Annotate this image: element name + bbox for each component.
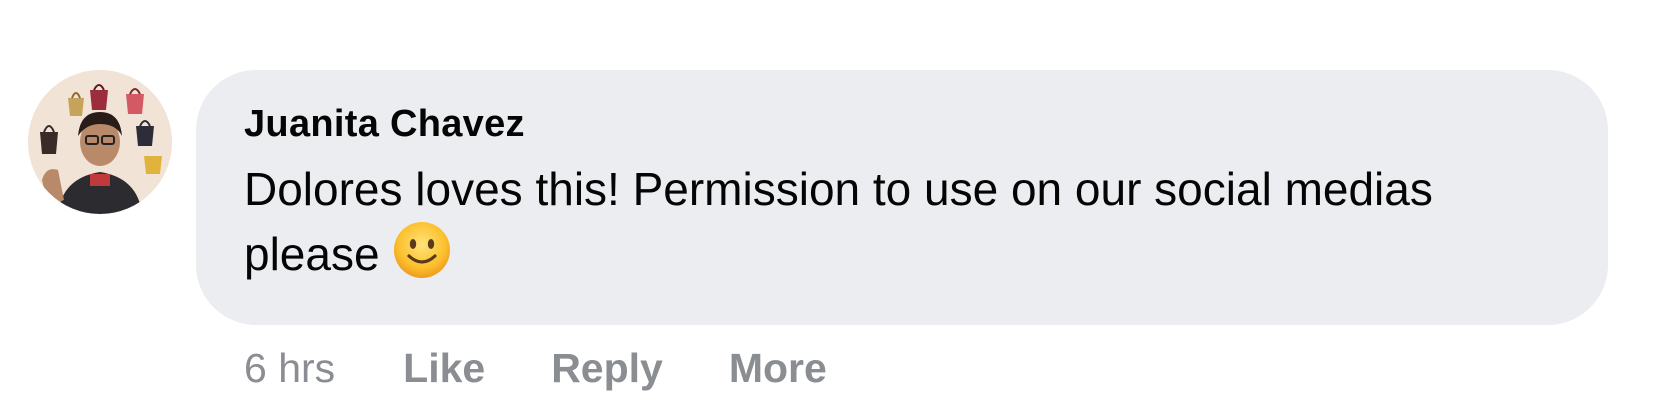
reply-button[interactable]: Reply [551, 340, 663, 396]
avatar[interactable] [28, 70, 172, 214]
comment-text-wrapper: Dolores loves this! Permission to use on… [244, 158, 1504, 285]
timestamp[interactable]: 6 hrs [244, 340, 335, 396]
more-button[interactable]: More [729, 340, 827, 396]
comment: Juanita Chavez Dolores loves this! Permi… [0, 0, 1656, 420]
slightly-smiling-face-icon [392, 220, 452, 280]
author-name[interactable]: Juanita Chavez [244, 100, 1560, 148]
profile-photo-icon [28, 70, 172, 214]
like-button[interactable]: Like [403, 340, 485, 396]
comment-bubble: Juanita Chavez Dolores loves this! Permi… [196, 70, 1608, 325]
comment-actions: 6 hrs Like Reply More [244, 340, 893, 396]
